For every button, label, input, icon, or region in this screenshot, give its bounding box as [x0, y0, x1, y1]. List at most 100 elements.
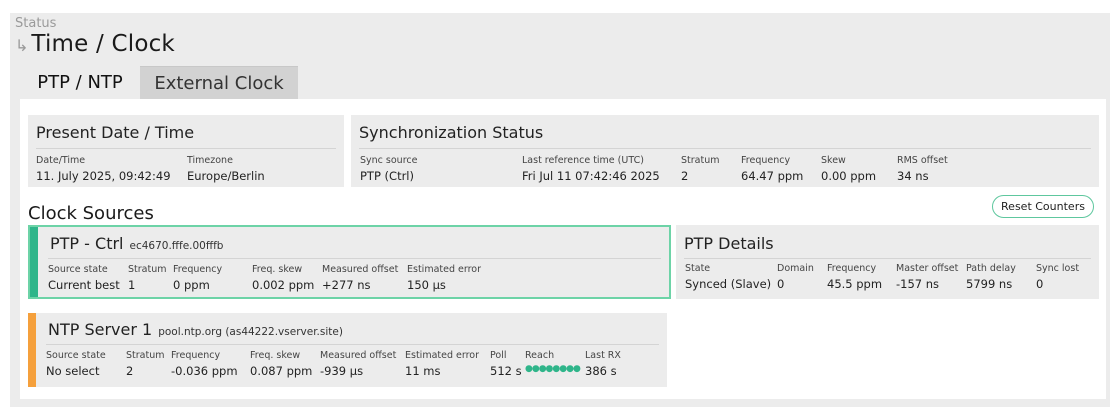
field-value: 1 [128, 278, 136, 292]
field-value: PTP (Ctrl) [360, 169, 414, 183]
field-value: Fri Jul 11 07:42:46 2025 [522, 169, 660, 183]
field-label: Last reference time (UTC) [522, 155, 644, 166]
field-label: Measured offset [320, 350, 397, 361]
source-address: pool.ntp.org (as44222.vserver.site) [158, 326, 343, 338]
divider [48, 258, 661, 259]
field-datetime: Date/Time 11. July 2025, 09:42:49 [36, 155, 171, 183]
field-value: No select [46, 364, 100, 378]
field-label: Stratum [681, 155, 720, 166]
field-label: Sync lost [1036, 263, 1080, 274]
status-indicator-green [30, 227, 38, 297]
field-rms-offset: RMS offset 34 ns [897, 155, 948, 183]
field-value: 0.002 ppm [252, 278, 315, 292]
field-value: 150 µs [407, 278, 446, 292]
field-label: Estimated error [405, 350, 480, 361]
field-value: 34 ns [897, 169, 929, 183]
field-path-delay: Path delay 5799 ns [966, 263, 1016, 291]
tab-ptp-ntp[interactable]: PTP / NTP [20, 66, 140, 99]
field-label: Source state [48, 264, 108, 275]
field-poll: Poll 512 s [490, 350, 522, 378]
field-label: Reach [525, 350, 555, 361]
field-label: Frequency [741, 155, 791, 166]
field-value: 0 [777, 277, 785, 291]
field-label: Frequency [171, 350, 221, 361]
field-label: Frequency [173, 264, 223, 275]
field-reach: Reach ●●●●●●●● [525, 350, 581, 374]
field-value: Synced (Slave) [685, 277, 772, 291]
divider [36, 148, 336, 149]
field-label: Path delay [966, 263, 1016, 274]
field-label: State [685, 263, 711, 274]
field-label: Stratum [126, 350, 165, 361]
field-value: 0.087 ppm [250, 364, 313, 378]
field-measured-offset: Measured offset -939 µs [320, 350, 396, 378]
clock-source-ptp-ctrl[interactable]: PTP - Ctrl ec4670.fffe.00fffb Source sta… [28, 225, 671, 299]
field-label: Frequency [827, 263, 877, 274]
divider [46, 344, 659, 345]
field-value: 11 ms [405, 364, 441, 378]
field-value: +277 ns [322, 278, 371, 292]
field-sync-lost: Sync lost 0 [1036, 263, 1079, 291]
return-arrow-icon: ↳ [15, 36, 29, 55]
field-sync-source: Sync source PTP (Ctrl) [360, 155, 417, 183]
field-skew: Skew 0.00 ppm [821, 155, 876, 183]
field-label: Poll [490, 350, 507, 361]
field-label: RMS offset [897, 155, 948, 166]
field-label: Freq. skew [250, 350, 301, 361]
field-value: 5799 ns [966, 277, 1013, 291]
field-value: 45.5 ppm [827, 277, 883, 291]
field-estimated-error: Estimated error 11 ms [405, 350, 479, 378]
field-label: Master offset [896, 263, 959, 274]
field-label: Sync source [360, 155, 418, 166]
panel-title: PTP Details [684, 234, 774, 253]
field-stratum: Stratum 2 [681, 155, 719, 183]
field-label: Skew [821, 155, 846, 166]
field-label: Date/Time [36, 155, 86, 166]
present-datetime-panel: Present Date / Time Date/Time 11. July 2… [28, 115, 344, 187]
field-value: 512 s [490, 364, 522, 378]
field-timezone: Timezone Europe/Berlin [187, 155, 265, 183]
reset-counters-button[interactable]: Reset Counters [992, 195, 1094, 218]
field-frequency: Frequency 64.47 ppm [741, 155, 803, 183]
tab-external-clock[interactable]: External Clock [140, 66, 298, 99]
panel-title: Synchronization Status [359, 123, 544, 142]
app-window: Status ↳ Time / Clock PTP / NTP External… [10, 13, 1110, 407]
field-label: Domain [777, 263, 814, 274]
source-address: ec4670.fffe.00fffb [129, 240, 224, 252]
tab-bar: PTP / NTP External Clock [20, 66, 298, 99]
field-freq-skew: Freq. skew 0.087 ppm [250, 350, 312, 378]
card-header: PTP - Ctrl ec4670.fffe.00fffb [50, 234, 223, 253]
field-label: Source state [46, 350, 106, 361]
field-value: -939 µs [320, 364, 364, 378]
field-source-state: Source state No select [46, 350, 106, 378]
field-label: Stratum [128, 264, 167, 275]
field-measured-offset: Measured offset +277 ns [322, 264, 398, 292]
field-source-state: Source state Current best [48, 264, 120, 292]
source-name: PTP - Ctrl [50, 234, 124, 253]
status-indicator-orange [28, 313, 36, 387]
panel-title: Present Date / Time [36, 123, 195, 142]
field-value: 386 s [585, 364, 617, 378]
breadcrumb[interactable]: Status [15, 16, 56, 31]
clock-sources-title: Clock Sources [28, 203, 154, 224]
field-estimated-error: Estimated error 150 µs [407, 264, 481, 292]
field-value: -157 ns [896, 277, 940, 291]
field-stratum: Stratum 1 [128, 264, 166, 292]
field-value: Europe/Berlin [187, 169, 265, 183]
divider [684, 258, 1091, 259]
divider [359, 148, 1091, 149]
field-domain: Domain 0 [777, 263, 814, 291]
ptp-details-panel: PTP Details State Synced (Slave) Domain … [676, 225, 1099, 299]
field-label: Freq. skew [252, 264, 303, 275]
field-label: Last RX [585, 350, 621, 361]
field-freq-skew: Freq. skew 0.002 ppm [252, 264, 314, 292]
field-value: Current best [48, 278, 120, 292]
field-value: 2 [126, 364, 134, 378]
page-title: Time / Clock [31, 31, 175, 57]
field-value: 0.00 ppm [821, 169, 877, 183]
field-value: 2 [681, 169, 689, 183]
card-header: NTP Server 1 pool.ntp.org (as44222.vserv… [48, 320, 343, 339]
field-master-offset: Master offset -157 ns [896, 263, 958, 291]
clock-source-ntp-server-1[interactable]: NTP Server 1 pool.ntp.org (as44222.vserv… [28, 313, 667, 387]
field-value: 11. July 2025, 09:42:49 [36, 169, 171, 183]
